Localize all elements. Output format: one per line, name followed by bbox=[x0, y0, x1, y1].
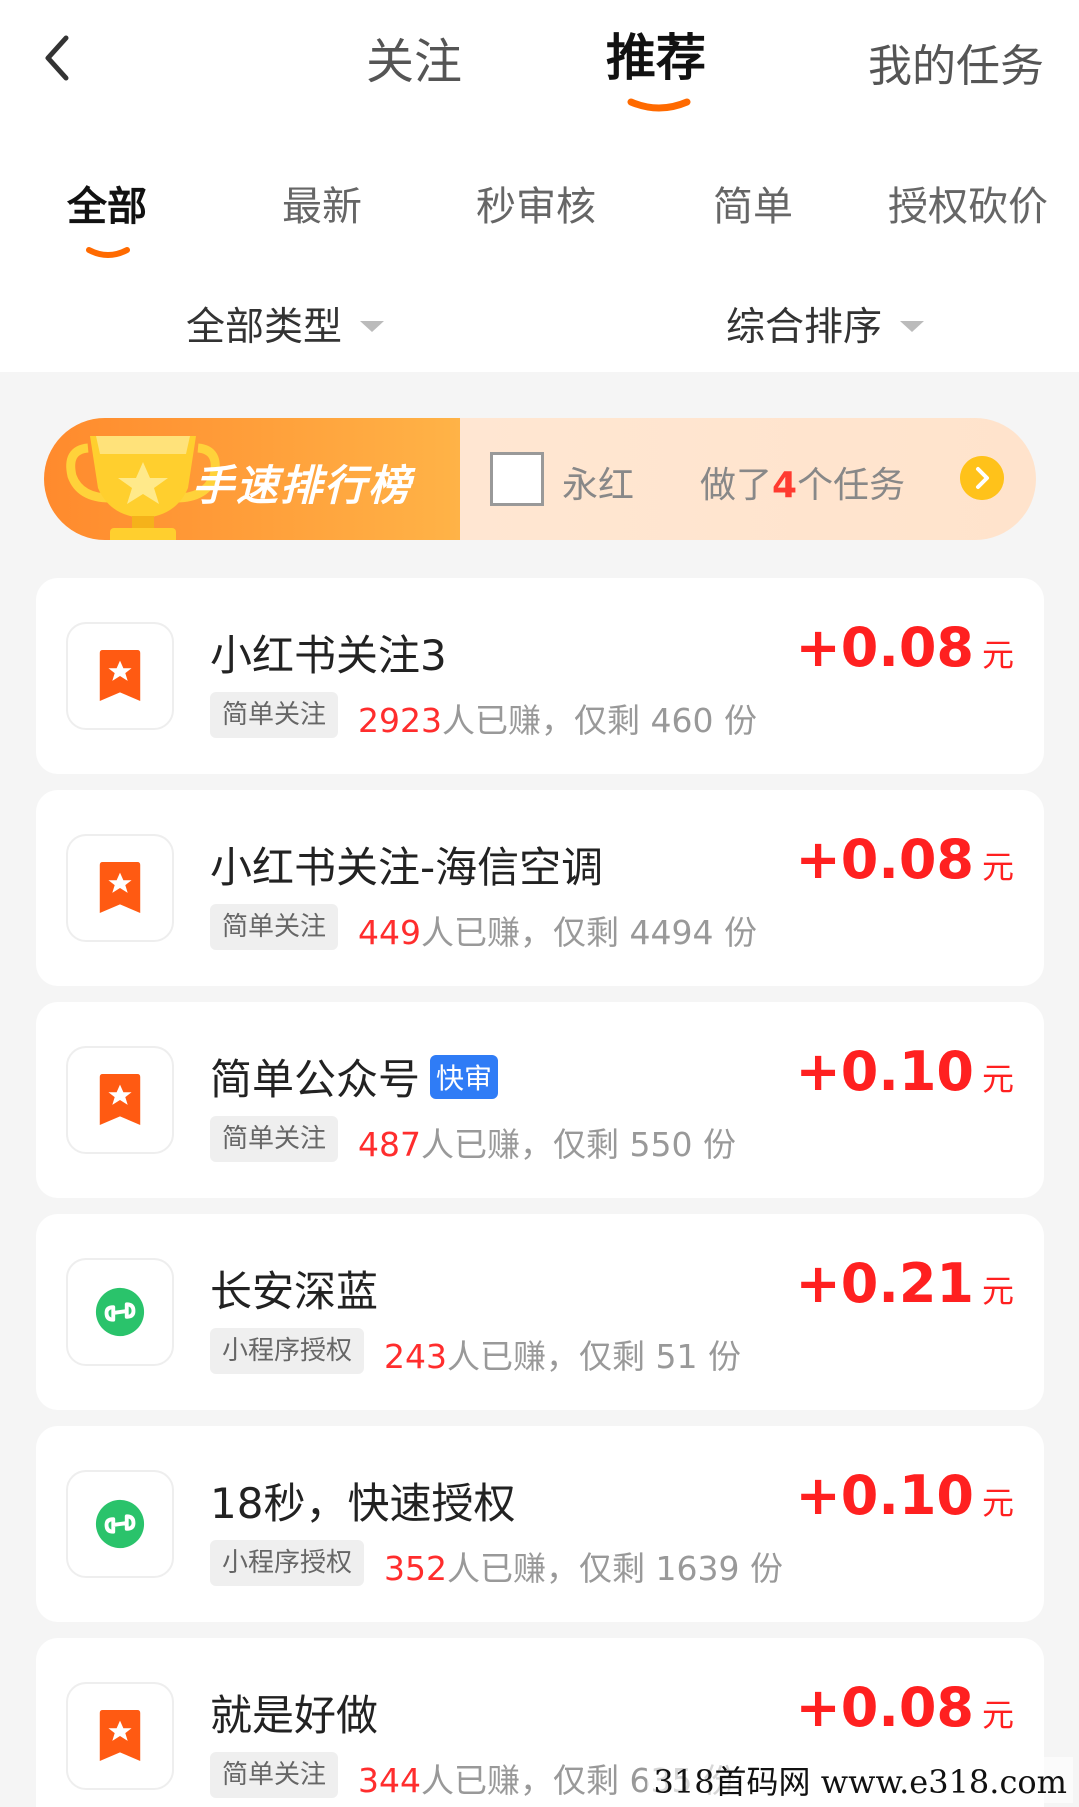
task-title-text: 小红书关注3 bbox=[210, 631, 447, 680]
task-title: 简单公众号 快审 bbox=[210, 1046, 499, 1107]
caret-down-icon bbox=[900, 321, 925, 332]
fast-review-badge: 快审 bbox=[430, 1054, 499, 1099]
earned-count: 487 bbox=[358, 1125, 421, 1164]
earned-suffix: 人已赚， bbox=[421, 913, 553, 952]
earned-count: 243 bbox=[384, 1337, 447, 1376]
mini-program-icon bbox=[66, 1258, 174, 1366]
reward-unit: 元 bbox=[981, 1060, 1014, 1098]
task-reward: +0.08 元 bbox=[796, 828, 1015, 891]
task-title-text: 长安深蓝 bbox=[210, 1267, 379, 1316]
subtab-simple[interactable]: 简单 bbox=[713, 174, 793, 232]
chevron-right-icon[interactable] bbox=[960, 456, 1004, 500]
back-arrow-icon[interactable] bbox=[38, 30, 78, 86]
sort-filter[interactable]: 综合排序 bbox=[726, 296, 925, 352]
task-stats: 243人已赚，仅剩 51 份 bbox=[384, 1330, 741, 1378]
avatar bbox=[490, 452, 544, 506]
ranking-task-count: 做了4个任务 bbox=[700, 456, 905, 508]
type-filter-label: 全部类型 bbox=[186, 305, 343, 350]
subtab-all[interactable]: 全部 bbox=[67, 174, 147, 232]
bookmark-star-icon bbox=[66, 1046, 174, 1154]
subtab-auth-bargain[interactable]: 授权砍价 bbox=[888, 174, 1048, 232]
subtab-latest[interactable]: 最新 bbox=[282, 174, 362, 232]
task-stats: 2923人已赚，仅剩 460 份 bbox=[358, 694, 757, 742]
task-title-text: 18秒，快速授权 bbox=[210, 1479, 516, 1528]
active-tab-indicator bbox=[627, 98, 691, 112]
subtab-instant-review[interactable]: 秒审核 bbox=[476, 174, 596, 232]
task-reward: +0.08 元 bbox=[796, 1676, 1015, 1739]
task-title-text: 就是好做 bbox=[210, 1691, 379, 1740]
mini-program-icon bbox=[66, 1470, 174, 1578]
task-reward: +0.21 元 bbox=[796, 1252, 1015, 1315]
reward-amount: +0.21 bbox=[795, 1252, 974, 1315]
reward-amount: +0.10 bbox=[795, 1464, 974, 1527]
caret-down-icon bbox=[360, 321, 385, 332]
task-category-tag: 简单关注 bbox=[210, 1116, 339, 1162]
remaining-count: 仅剩 460 份 bbox=[573, 701, 757, 740]
reward-amount: +0.10 bbox=[795, 1040, 974, 1103]
task-title: 18秒，快速授权 bbox=[210, 1470, 515, 1531]
reward-unit: 元 bbox=[981, 848, 1014, 886]
remaining-count: 仅剩 550 份 bbox=[553, 1125, 736, 1164]
earned-count: 2923 bbox=[358, 701, 442, 740]
task-card[interactable]: 小红书关注-海信空调 简单关注 449人已赚，仅剩 4494 份 +0.08 元 bbox=[36, 790, 1044, 986]
task-stats: 487人已赚，仅剩 550 份 bbox=[358, 1118, 736, 1166]
task-stats: 449人已赚，仅剩 4494 份 bbox=[358, 906, 757, 954]
task-title: 长安深蓝 bbox=[210, 1258, 378, 1319]
ranking-user-name: 永红 bbox=[562, 465, 635, 506]
task-title: 就是好做 bbox=[210, 1682, 378, 1743]
task-stats: 352人已赚，仅剩 1639 份 bbox=[384, 1542, 783, 1590]
reward-unit: 元 bbox=[981, 636, 1014, 674]
tab-my-tasks[interactable]: 我的任务 bbox=[868, 30, 1044, 94]
earned-suffix: 人已赚， bbox=[421, 1761, 553, 1800]
ranking-did-prefix: 做了 bbox=[700, 465, 773, 506]
remaining-count: 仅剩 1639 份 bbox=[579, 1549, 783, 1588]
reward-amount: +0.08 bbox=[795, 1676, 974, 1739]
speed-ranking-banner[interactable]: 手速排行榜 永红 做了4个任务 bbox=[44, 418, 1036, 540]
tab-follow[interactable]: 关注 bbox=[366, 22, 462, 92]
task-card[interactable]: 小红书关注3 简单关注 2923人已赚，仅剩 460 份 +0.08 元 bbox=[36, 578, 1044, 774]
reward-unit: 元 bbox=[981, 1696, 1014, 1734]
ranking-did-count: 4 bbox=[772, 465, 798, 506]
task-card[interactable]: 长安深蓝小程序授权 243人已赚，仅剩 51 份 +0.21 元 bbox=[36, 1214, 1044, 1410]
task-card[interactable]: 简单公众号 快审简单关注 487人已赚，仅剩 550 份 +0.10 元 bbox=[36, 1002, 1044, 1198]
earned-suffix: 人已赚， bbox=[447, 1337, 579, 1376]
task-title-text: 简单公众号 bbox=[210, 1055, 421, 1104]
task-reward: +0.10 元 bbox=[796, 1040, 1015, 1103]
task-title-text: 小红书关注-海信空调 bbox=[210, 843, 604, 892]
earned-suffix: 人已赚， bbox=[421, 1125, 553, 1164]
task-title: 小红书关注-海信空调 bbox=[210, 834, 603, 895]
earned-count: 352 bbox=[384, 1549, 447, 1588]
task-card[interactable]: 18秒，快速授权 小程序授权 352人已赚，仅剩 1639 份 +0.10 元 bbox=[36, 1426, 1044, 1622]
earned-count: 344 bbox=[358, 1761, 421, 1800]
subtab-indicator bbox=[86, 247, 130, 258]
reward-unit: 元 bbox=[981, 1272, 1014, 1310]
type-filter[interactable]: 全部类型 bbox=[186, 296, 385, 352]
reward-amount: +0.08 bbox=[795, 828, 974, 891]
bookmark-star-icon bbox=[66, 622, 174, 730]
bookmark-star-icon bbox=[66, 1682, 174, 1790]
earned-count: 449 bbox=[358, 913, 421, 952]
top-bar: 关注 推荐 我的任务 全部 最新 秒审核 简单 授权砍价 全部类型 综合排序 bbox=[0, 0, 1079, 372]
reward-amount: +0.08 bbox=[795, 616, 974, 679]
ranking-did-suffix: 个任务 bbox=[797, 465, 906, 506]
earned-suffix: 人已赚， bbox=[441, 701, 574, 740]
watermark: 318首码网 www.e318.com bbox=[647, 1757, 1073, 1803]
task-title: 小红书关注3 bbox=[210, 622, 447, 683]
remaining-count: 仅剩 51 份 bbox=[579, 1337, 741, 1376]
task-category-tag: 简单关注 bbox=[210, 692, 339, 738]
earned-suffix: 人已赚， bbox=[447, 1549, 579, 1588]
remaining-count: 仅剩 4494 份 bbox=[553, 913, 757, 952]
task-category-tag: 小程序授权 bbox=[210, 1328, 365, 1374]
sort-filter-label: 综合排序 bbox=[726, 305, 883, 350]
task-category-tag: 小程序授权 bbox=[210, 1540, 365, 1586]
reward-unit: 元 bbox=[981, 1484, 1014, 1522]
task-category-tag: 简单关注 bbox=[210, 1752, 339, 1798]
bookmark-star-icon bbox=[66, 834, 174, 942]
task-reward: +0.10 元 bbox=[796, 1464, 1015, 1527]
task-category-tag: 简单关注 bbox=[210, 904, 339, 950]
tab-recommend[interactable]: 推荐 bbox=[606, 18, 706, 90]
task-reward: +0.08 元 bbox=[796, 616, 1015, 679]
ranking-title: 手速排行榜 bbox=[192, 461, 413, 510]
